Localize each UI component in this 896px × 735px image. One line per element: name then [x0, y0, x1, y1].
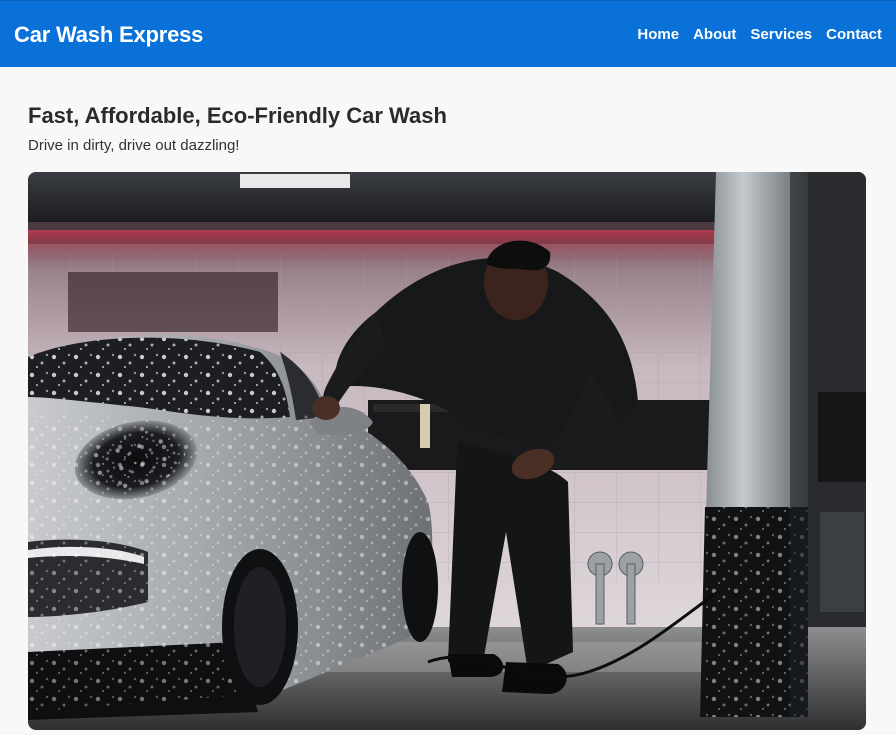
hero-subtitle: Drive in dirty, drive out dazzling! [28, 137, 240, 154]
nav-home-link[interactable]: Home [637, 24, 679, 46]
nav-contact-link[interactable]: Contact [826, 24, 882, 46]
nav-services-link[interactable]: Services [750, 24, 812, 46]
hero-photo [28, 172, 866, 730]
site-header: Car Wash Express Home About Services Con… [0, 0, 896, 67]
hero-title: Fast, Affordable, Eco-Friendly Car Wash [28, 103, 447, 128]
nav-about-link[interactable]: About [693, 24, 736, 46]
site-logo-link[interactable]: Car Wash Express [14, 21, 203, 49]
main-nav: Home About Services Contact [637, 24, 882, 46]
